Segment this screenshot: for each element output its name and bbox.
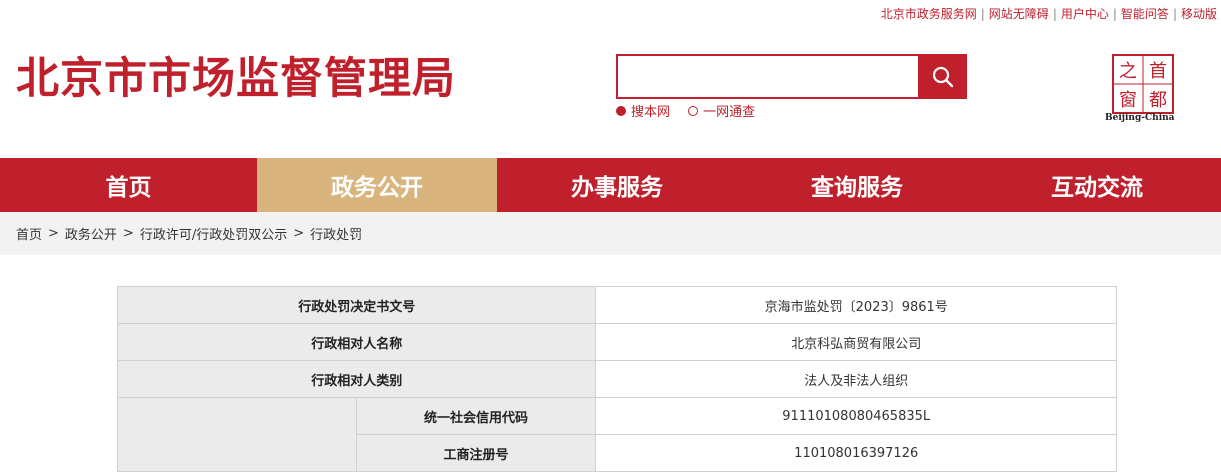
row-sublabel: 工商注册号 bbox=[355, 434, 597, 472]
top-link-separator: | bbox=[1112, 7, 1117, 21]
breadcrumb-separator: > bbox=[293, 226, 305, 241]
radio-unselected-icon bbox=[688, 105, 699, 116]
search-box bbox=[616, 54, 967, 99]
breadcrumb-separator: > bbox=[122, 226, 134, 241]
search-scope-site-label: 搜本网 bbox=[631, 105, 671, 120]
nav-item-query[interactable]: 查询服务 bbox=[737, 158, 977, 212]
breadcrumb-government-affairs[interactable]: 政务公开 bbox=[65, 224, 117, 243]
row-value: 91110108080465835L bbox=[595, 397, 1117, 435]
row-group-label bbox=[117, 397, 357, 472]
table-row: 行政相对人名称 北京科弘商贸有限公司 bbox=[116, 323, 1117, 361]
nav-item-interaction[interactable]: 互动交流 bbox=[977, 158, 1217, 212]
main-nav: 首页 政务公开 办事服务 查询服务 互动交流 bbox=[0, 158, 1221, 212]
logo-char: 之 bbox=[1119, 61, 1137, 82]
logo-char: 首 bbox=[1149, 61, 1167, 82]
search-input[interactable] bbox=[616, 54, 918, 99]
site-title[interactable]: 北京市市场监督管理局 bbox=[16, 44, 456, 106]
nav-item-services[interactable]: 办事服务 bbox=[497, 158, 737, 212]
row-value: 法人及非法人组织 bbox=[595, 360, 1117, 398]
search-scope-site[interactable]: 搜本网 bbox=[616, 101, 670, 120]
top-link-separator: | bbox=[1052, 7, 1057, 21]
nav-item-home[interactable]: 首页 bbox=[0, 158, 257, 212]
table-row: 行政相对人类别 法人及非法人组织 bbox=[116, 360, 1117, 398]
breadcrumb: 首页 > 政务公开 > 行政许可/行政处罚双公示 > 行政处罚 bbox=[0, 212, 1221, 255]
search-scope-all-label: 一网通查 bbox=[703, 105, 756, 120]
row-value: 110108016397126 bbox=[595, 434, 1117, 472]
row-label: 行政相对人名称 bbox=[116, 323, 597, 361]
top-link-user-center[interactable]: 用户中心 bbox=[1061, 7, 1109, 21]
row-value: 京海市监处罚〔2023〕9861号 bbox=[595, 286, 1117, 324]
top-link-separator: | bbox=[1172, 7, 1177, 21]
penalty-info-table: 行政处罚决定书文号 京海市监处罚〔2023〕9861号 行政相对人名称 北京科弘… bbox=[116, 286, 1117, 472]
top-link-separator: | bbox=[980, 7, 985, 21]
top-link-gov-service[interactable]: 北京市政务服务网 bbox=[881, 7, 977, 21]
top-link-accessibility[interactable]: 网站无障碍 bbox=[989, 7, 1049, 21]
page: 北京市政务服务网 | 网站无障碍 | 用户中心 | 智能问答 | 移动版 北京市市场监督管理局 … bbox=[0, 0, 1221, 472]
search-button[interactable] bbox=[918, 54, 967, 99]
breadcrumb-separator: > bbox=[48, 226, 59, 241]
top-link-smart-qa[interactable]: 智能问答 bbox=[1121, 7, 1169, 21]
radio-selected-icon bbox=[616, 105, 626, 116]
row-label: 行政相对人类别 bbox=[116, 360, 597, 398]
top-links: 北京市政务服务网 | 网站无障碍 | 用户中心 | 智能问答 | 移动版 bbox=[881, 5, 1217, 22]
row-sublabel: 统一社会信用代码 bbox=[355, 397, 597, 435]
row-value: 北京科弘商贸有限公司 bbox=[595, 323, 1117, 361]
nav-item-government-affairs[interactable]: 政务公开 bbox=[257, 158, 497, 212]
row-label: 行政处罚决定书文号 bbox=[116, 286, 597, 324]
search-scope-options: 搜本网 一网通查 bbox=[616, 101, 769, 120]
search-scope-all[interactable]: 一网通查 bbox=[688, 101, 755, 120]
logo-char: 窗 bbox=[1119, 90, 1137, 111]
breadcrumb-penalty[interactable]: 行政处罚 bbox=[310, 224, 362, 243]
breadcrumb-dual-publicity[interactable]: 行政许可/行政处罚双公示 bbox=[140, 224, 287, 243]
breadcrumb-home[interactable]: 首页 bbox=[16, 224, 42, 243]
logo-char: 都 bbox=[1149, 90, 1167, 111]
logo-caption: Beijing-China bbox=[1105, 113, 1175, 123]
table-row: 行政处罚决定书文号 京海市监处罚〔2023〕9861号 bbox=[116, 286, 1117, 324]
table-row: 统一社会信用代码 91110108080465835L bbox=[117, 397, 1117, 472]
top-link-mobile[interactable]: 移动版 bbox=[1181, 7, 1217, 21]
search-icon bbox=[932, 66, 953, 87]
